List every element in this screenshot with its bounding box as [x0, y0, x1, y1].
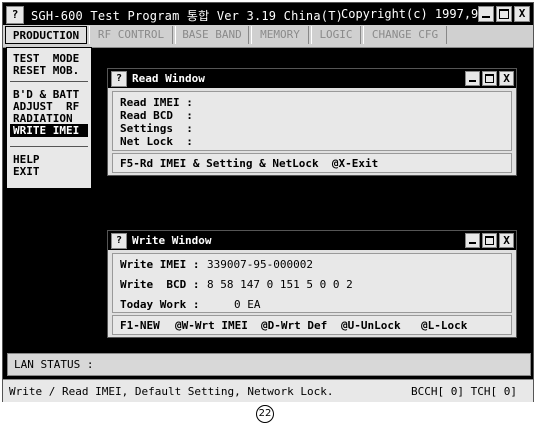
write-window: ? Write Window X Write IMEI : 339007-95-… [107, 230, 517, 338]
unlock-shortcut[interactable]: @U-UnLock [341, 319, 401, 332]
write-default-shortcut[interactable]: @D-Wrt Def [261, 319, 327, 332]
write-imei-label: Write IMEI : [120, 258, 200, 271]
menu-production[interactable]: PRODUCTION [5, 26, 87, 44]
maximize-icon[interactable] [496, 6, 512, 22]
minimize-icon[interactable] [478, 6, 494, 22]
page-number: 22 [256, 405, 274, 423]
close-icon[interactable]: X [514, 6, 530, 22]
menu-memory[interactable]: MEMORY [251, 26, 309, 44]
system-menu-icon[interactable]: ? [6, 6, 24, 24]
status-message: Write / Read IMEI, Default Setting, Netw… [9, 385, 334, 398]
maximize-icon[interactable] [482, 233, 497, 248]
write-window-footer: F1-NEW @W-Wrt IMEI @D-Wrt Def @U-UnLock … [112, 315, 512, 335]
bcch-tch-readout: BCCH[ 0] TCH[ 0] [411, 385, 517, 398]
system-menu-icon[interactable]: ? [111, 233, 127, 249]
settings-label: Settings : [120, 122, 193, 135]
menu-item-write-imei[interactable]: WRITE IMEI [10, 124, 88, 137]
f1-new-shortcut[interactable]: F1-NEW [120, 319, 160, 332]
menu-logic[interactable]: LOGIC [311, 26, 361, 44]
read-window-title: Read Window [132, 72, 205, 85]
read-bcd-label: Read BCD : [120, 109, 193, 122]
menu-change-cfg[interactable]: CHANGE CFG [363, 26, 447, 44]
menu-item-reset-mob[interactable]: RESET MOB. [13, 65, 79, 76]
status-bar: Write / Read IMEI, Default Setting, Netw… [3, 379, 533, 402]
copyright-text: Copyright(c) 1997,98 [341, 7, 486, 21]
menu-item-radiation[interactable]: RADIATION [13, 113, 73, 124]
menu-item-bd-batt[interactable]: B'D & BATT [13, 89, 79, 100]
menu-rf-control[interactable]: RF CONTROL [89, 26, 173, 44]
lan-status-bar: LAN STATUS : [7, 353, 531, 376]
lock-shortcut[interactable]: @L-Lock [421, 319, 467, 332]
window-title: SGH-600 Test Program 통합 Ver 3.19 China(T… [31, 9, 344, 23]
system-menu-icon[interactable]: ? [111, 71, 127, 87]
main-window: ? SGH-600 Test Program 통합 Ver 3.19 China… [2, 2, 534, 402]
minimize-icon[interactable] [465, 71, 480, 86]
menu-item-help[interactable]: HELP [13, 154, 40, 165]
write-imei-value[interactable]: 339007-95-000002 [207, 258, 313, 271]
menu-item-adjust-rf[interactable]: ADJUST RF [13, 101, 79, 112]
minimize-icon[interactable] [465, 233, 480, 248]
menu-bar: PRODUCTION RF CONTROL BASE BAND MEMORY L… [3, 25, 533, 48]
net-lock-label: Net Lock : [120, 135, 193, 148]
lan-status-label: LAN STATUS : [14, 358, 94, 371]
write-window-title: Write Window [132, 234, 212, 247]
today-work-label: Today Work : [120, 298, 200, 311]
write-window-body: Write IMEI : 339007-95-000002 Write BCD … [112, 253, 512, 313]
menu-separator [10, 146, 88, 147]
production-dropdown: TEST MODE RESET MOB. B'D & BATT ADJUST R… [6, 47, 92, 189]
read-window: ? Read Window X Read IMEI : Read BCD : S… [107, 68, 517, 176]
menu-separator [10, 81, 88, 82]
write-window-titlebar: ? Write Window X [108, 231, 516, 250]
close-icon[interactable]: X [499, 71, 514, 86]
title-bar: ? SGH-600 Test Program 통합 Ver 3.19 China… [3, 3, 533, 25]
maximize-icon[interactable] [482, 71, 497, 86]
read-window-footer: F5-Rd IMEI & Setting & NetLock @X-Exit [112, 153, 512, 173]
close-icon[interactable]: X [499, 233, 514, 248]
write-bcd-value[interactable]: 8 58 147 0 151 5 0 0 2 [207, 278, 353, 291]
read-imei-label: Read IMEI : [120, 96, 193, 109]
write-bcd-label: Write BCD : [120, 278, 200, 291]
read-window-titlebar: ? Read Window X [108, 69, 516, 88]
today-work-value: 0 EA [234, 298, 261, 311]
menu-base-band[interactable]: BASE BAND [175, 26, 249, 44]
menu-item-test-mode[interactable]: TEST MODE [13, 53, 79, 64]
read-shortcuts[interactable]: F5-Rd IMEI & Setting & NetLock @X-Exit [120, 157, 378, 170]
menu-item-exit[interactable]: EXIT [13, 166, 40, 177]
write-imei-shortcut[interactable]: @W-Wrt IMEI [175, 319, 248, 332]
read-window-body: Read IMEI : Read BCD : Settings : Net Lo… [112, 91, 512, 151]
